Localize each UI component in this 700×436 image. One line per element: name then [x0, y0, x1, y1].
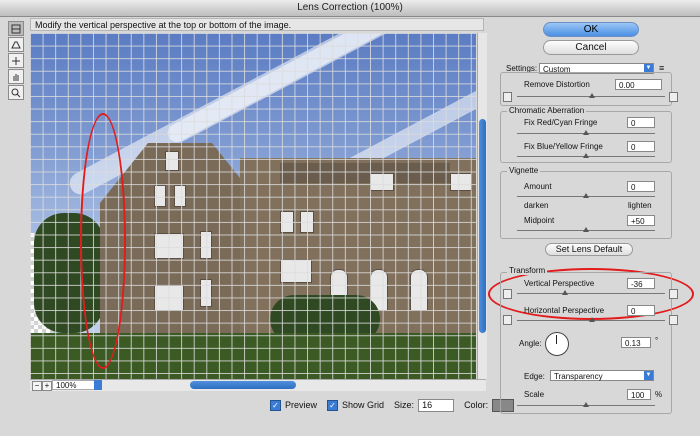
hint-text: Modify the vertical perspective at the t…: [30, 18, 484, 31]
set-lens-default-button[interactable]: Set Lens Default: [545, 243, 633, 256]
midpoint-knob[interactable]: [583, 227, 589, 232]
horizontal-left-icon: [503, 315, 512, 325]
edge-select[interactable]: Transparency ▼: [550, 370, 654, 381]
show-grid-checkbox[interactable]: ✓: [327, 399, 339, 411]
vertical-wide-icon: [669, 289, 678, 299]
darken-label: darken: [524, 201, 549, 210]
chromatic-title: Chromatic Aberration: [507, 106, 587, 115]
remove-distortion-knob[interactable]: [589, 93, 595, 98]
ok-button[interactable]: OK: [543, 22, 639, 37]
vignette-title: Vignette: [507, 166, 541, 175]
vertical-narrow-icon: [503, 289, 512, 299]
horizontal-perspective-knob[interactable]: [589, 317, 595, 322]
annotation-ellipse-left: [80, 113, 126, 369]
tool-palette: [8, 21, 24, 101]
remove-distortion-tool-icon[interactable]: [8, 21, 24, 36]
settings-panel: OK Cancel Settings: Custom ▼ ≡ Remove Di…: [497, 0, 700, 436]
scale-label: Scale: [524, 390, 545, 399]
vertical-scrollbar[interactable]: [477, 33, 487, 379]
transform-title: Transform: [507, 266, 548, 275]
grid-size-select[interactable]: 16: [418, 398, 455, 412]
blue-yellow-knob[interactable]: [583, 153, 589, 158]
remove-distortion-label: Remove Distortion: [524, 80, 590, 89]
size-label: Size:: [394, 400, 415, 410]
edge-value: Transparency: [554, 372, 603, 381]
preview-statusbar: − + 100%: [30, 379, 486, 391]
angle-dial[interactable]: [545, 332, 569, 356]
zoom-tool-icon[interactable]: [8, 85, 24, 100]
blue-yellow-field[interactable]: 0: [627, 141, 655, 152]
scale-field[interactable]: 100: [627, 389, 651, 400]
preview-checkbox[interactable]: ✓: [270, 399, 281, 411]
angle-field[interactable]: 0.13: [621, 337, 651, 348]
red-cyan-field[interactable]: 0: [627, 117, 655, 128]
pincushion-icon: [669, 92, 678, 102]
grid-size-value: 16: [422, 399, 433, 410]
midpoint-label: Midpoint: [524, 216, 555, 225]
hand-tool-icon[interactable]: [8, 69, 24, 84]
scale-unit: %: [655, 390, 663, 399]
vertical-scroll-thumb[interactable]: [479, 119, 486, 333]
show-grid-label: Show Grid: [342, 400, 385, 410]
horizontal-right-icon: [669, 315, 678, 325]
zoom-in-button[interactable]: +: [42, 381, 52, 391]
straighten-tool-icon[interactable]: [8, 37, 24, 52]
vertical-perspective-slider[interactable]: [517, 293, 665, 294]
amount-label: Amount: [524, 182, 552, 191]
horizontal-perspective-label: Horizontal Perspective: [524, 306, 605, 315]
blue-yellow-label: Fix Blue/Yellow Fringe: [524, 142, 603, 151]
midpoint-field[interactable]: +50: [627, 215, 655, 226]
amount-field[interactable]: 0: [627, 181, 655, 192]
zoom-out-button[interactable]: −: [32, 381, 42, 391]
degree-symbol: °: [655, 336, 659, 345]
zoom-level[interactable]: 100%: [52, 380, 98, 390]
vertical-perspective-field[interactable]: -36: [627, 278, 655, 289]
scale-knob[interactable]: [583, 402, 589, 407]
red-cyan-knob[interactable]: [583, 130, 589, 135]
cancel-button[interactable]: Cancel: [543, 40, 639, 55]
amount-knob[interactable]: [583, 193, 589, 198]
vertical-perspective-knob[interactable]: [562, 290, 568, 295]
edge-label: Edge:: [524, 372, 545, 381]
preview-label: Preview: [285, 400, 318, 410]
zoom-dropdown-icon[interactable]: [94, 380, 102, 390]
preview-options: ✓ Preview ✓ Show Grid Size: 16 Color:: [270, 398, 515, 412]
red-cyan-label: Fix Red/Cyan Fringe: [524, 118, 598, 127]
barrel-icon: [503, 92, 512, 102]
color-label: Color:: [464, 400, 489, 410]
angle-label: Angle:: [519, 339, 542, 348]
move-grid-tool-icon[interactable]: [8, 53, 24, 68]
chevron-down-icon: ▼: [644, 371, 653, 380]
horizontal-perspective-field[interactable]: 0: [627, 305, 655, 316]
horizontal-scroll-thumb[interactable]: [190, 381, 296, 389]
lighten-label: lighten: [628, 201, 652, 210]
image-preview[interactable]: [30, 33, 476, 379]
vertical-perspective-label: Vertical Perspective: [524, 279, 595, 288]
remove-distortion-field[interactable]: 0.00: [615, 79, 662, 90]
